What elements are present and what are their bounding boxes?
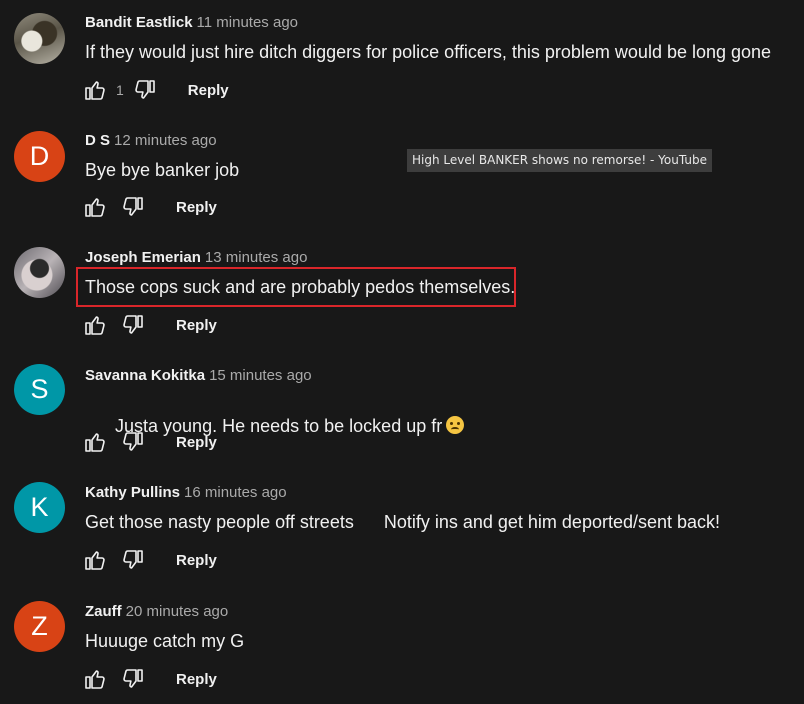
- comment-author[interactable]: Savanna Kokitka: [85, 367, 205, 384]
- comment-actions: Reply: [82, 547, 217, 573]
- comment-header: Savanna Kokitka 15 minutes ago: [85, 367, 312, 384]
- window-title-tooltip: High Level BANKER shows no remorse! - Yo…: [407, 149, 712, 172]
- comment-actions: Reply: [82, 194, 217, 220]
- comment-time[interactable]: 20 minutes ago: [126, 603, 229, 620]
- comment-author[interactable]: Zauff: [85, 603, 122, 620]
- reply-button[interactable]: Reply: [176, 552, 217, 569]
- thumbs-down-icon[interactable]: [120, 194, 146, 220]
- thumbs-up-icon[interactable]: [82, 547, 108, 573]
- comment-actions: Reply: [82, 312, 217, 338]
- reply-button[interactable]: Reply: [176, 671, 217, 688]
- comment-time[interactable]: 12 minutes ago: [114, 132, 217, 149]
- comment-header: Zauff 20 minutes ago: [85, 603, 228, 620]
- avatar[interactable]: K: [14, 482, 65, 533]
- comments-page: Bandit Eastlick 11 minutes ago If they wo…: [0, 0, 804, 704]
- comment-text: Bye bye banker job: [85, 160, 240, 180]
- comment-author[interactable]: Bandit Eastlick: [85, 14, 193, 31]
- avatar[interactable]: S: [14, 364, 65, 415]
- comment-author[interactable]: Kathy Pullins: [85, 484, 180, 501]
- comment-actions: Reply: [82, 666, 217, 692]
- comment-time[interactable]: 13 minutes ago: [205, 249, 308, 266]
- comment-header: Bandit Eastlick 11 minutes ago: [85, 14, 298, 31]
- avatar[interactable]: [14, 13, 65, 64]
- comment-header: Joseph Emerian 13 minutes ago: [85, 249, 307, 266]
- thumbs-up-icon[interactable]: [82, 194, 108, 220]
- thumbs-down-icon[interactable]: [120, 547, 146, 573]
- comment-actions: Reply: [82, 429, 217, 455]
- thumbs-down-icon[interactable]: [120, 666, 146, 692]
- thumbs-up-icon[interactable]: [82, 77, 108, 103]
- comment-author[interactable]: D S: [85, 132, 110, 149]
- thumbs-down-icon[interactable]: [120, 312, 146, 338]
- like-count: 1: [116, 82, 124, 98]
- comment-text: Huuuge catch my G: [85, 631, 245, 651]
- thumbs-down-icon[interactable]: [132, 77, 158, 103]
- comment-time[interactable]: 11 minutes ago: [197, 14, 298, 31]
- crying-face-emoji-icon: [446, 416, 465, 434]
- reply-button[interactable]: Reply: [176, 434, 217, 451]
- comment-time[interactable]: 15 minutes ago: [209, 367, 312, 384]
- reply-button[interactable]: Reply: [176, 317, 217, 334]
- comment-header: D S 12 minutes ago: [85, 132, 217, 149]
- comment-text: Get those nasty people off streets Notif…: [85, 512, 721, 532]
- thumbs-down-icon[interactable]: [120, 429, 146, 455]
- reply-button[interactable]: Reply: [176, 199, 217, 216]
- thumbs-up-icon[interactable]: [82, 666, 108, 692]
- comment-actions: 1 Reply: [82, 77, 229, 103]
- comment-time[interactable]: 16 minutes ago: [184, 484, 287, 501]
- comment-author[interactable]: Joseph Emerian: [85, 249, 201, 266]
- avatar[interactable]: [14, 247, 65, 298]
- avatar[interactable]: D: [14, 131, 65, 182]
- comment-text: If they would just hire ditch diggers fo…: [85, 42, 772, 62]
- avatar[interactable]: Z: [14, 601, 65, 652]
- comment-header: Kathy Pullins 16 minutes ago: [85, 484, 287, 501]
- thumbs-up-icon[interactable]: [82, 312, 108, 338]
- thumbs-up-icon[interactable]: [82, 429, 108, 455]
- highlight-box: [76, 267, 516, 307]
- reply-button[interactable]: Reply: [188, 82, 229, 99]
